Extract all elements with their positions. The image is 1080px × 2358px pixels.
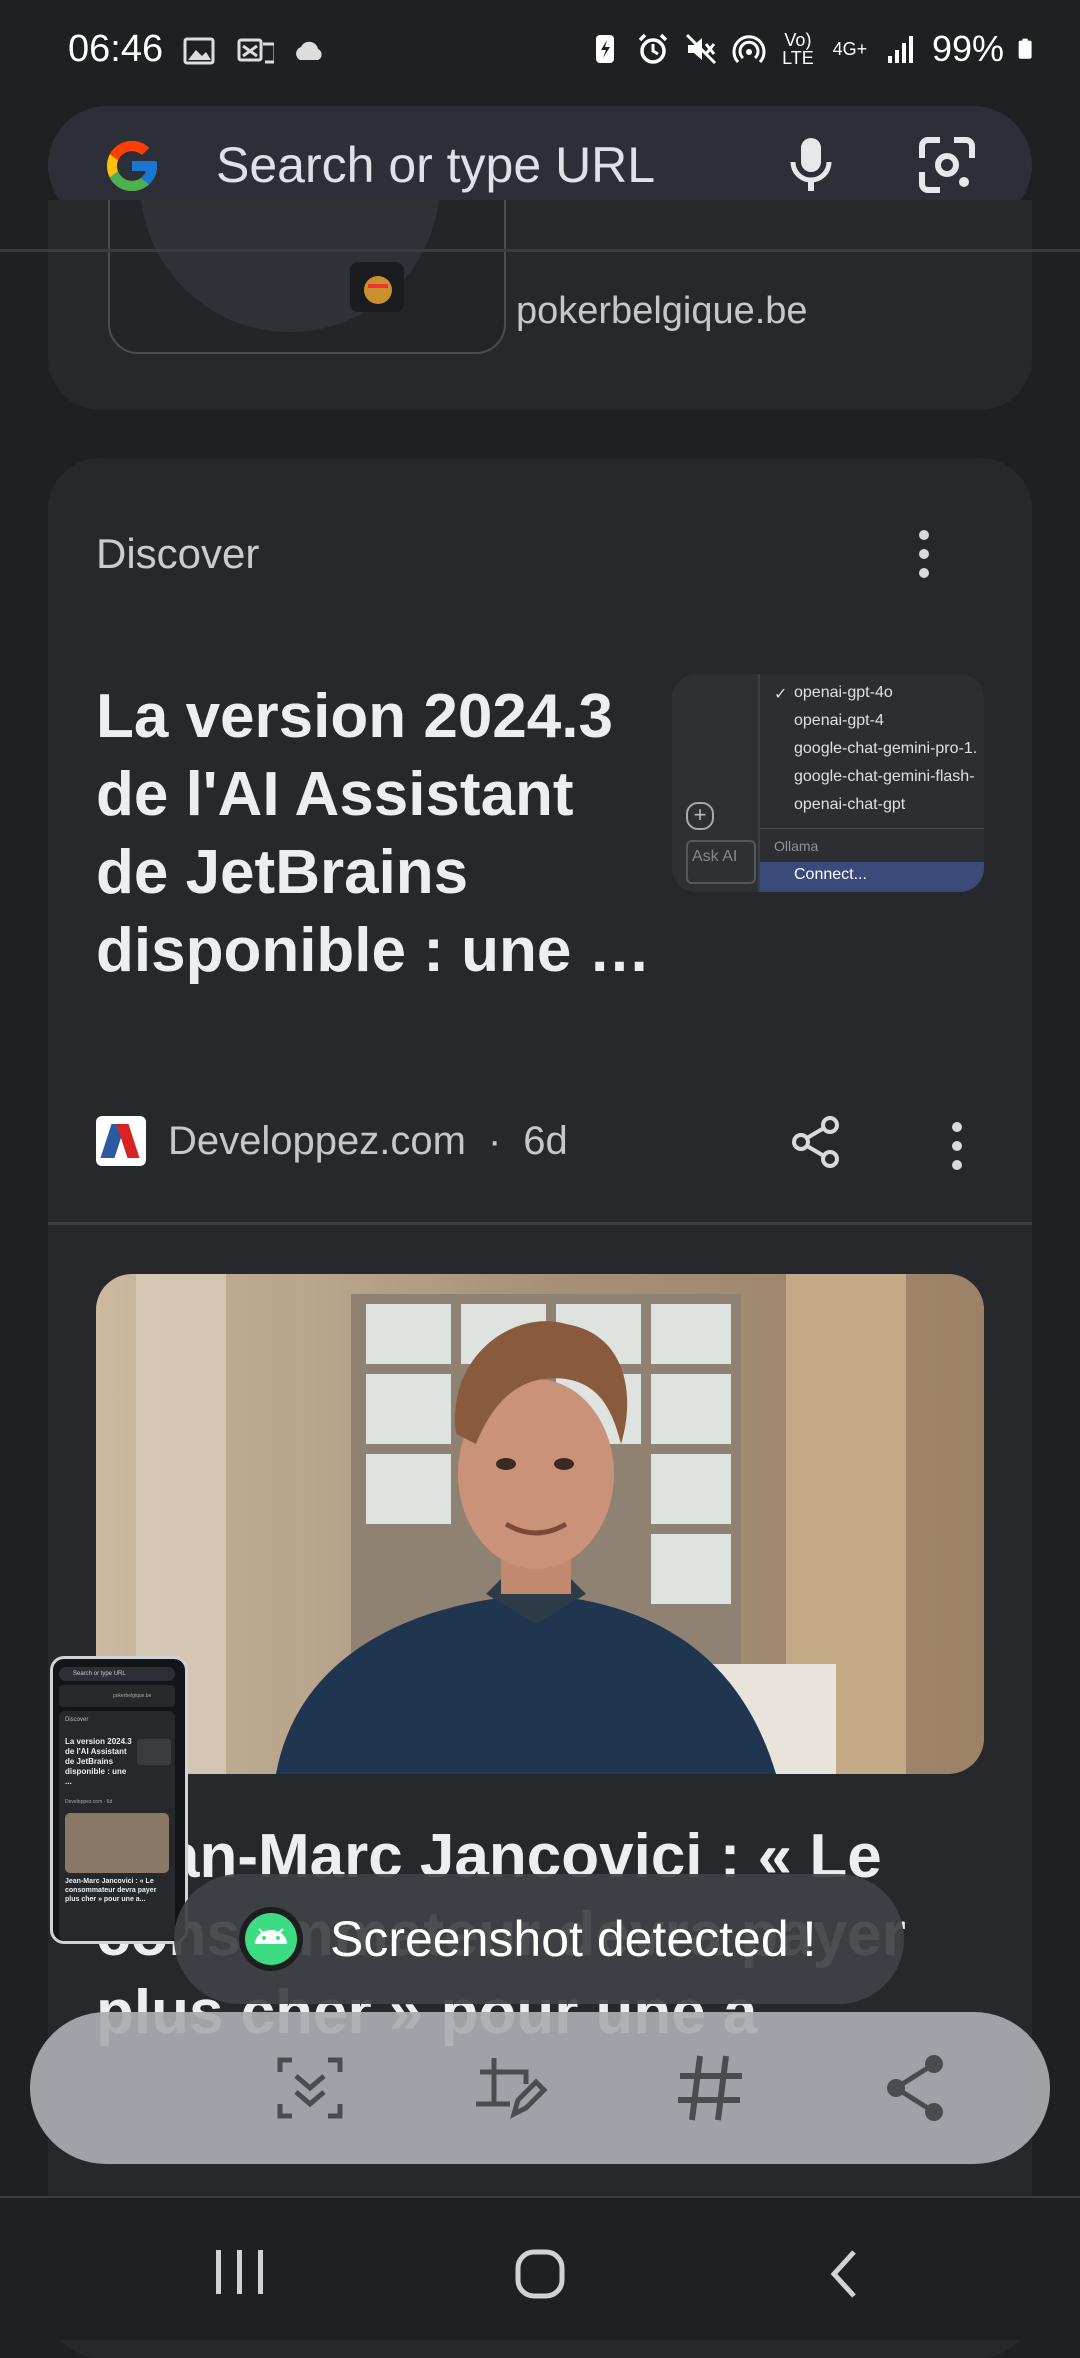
menu-item: openai-gpt-4 <box>794 712 884 729</box>
mini-search-bar: Search or type URL <box>59 1667 175 1681</box>
status-bar: 06:46 Vo) LTE 4G+ 99% <box>0 0 1080 100</box>
search-input[interactable]: Search or type URL <box>216 136 655 194</box>
mini-domain: pokerbelgique.be <box>113 1693 152 1699</box>
notification-icons <box>182 34 326 68</box>
mini-discover-title: Discover <box>65 1717 89 1723</box>
add-icon: + <box>686 802 714 830</box>
signal-icon <box>887 36 913 63</box>
toast-label: Screenshot detected ! <box>330 1911 817 1967</box>
meta-separator: · <box>487 1118 502 1163</box>
gallery-icon <box>183 37 215 65</box>
cast-icon <box>237 38 274 64</box>
alarm-icon <box>638 33 668 64</box>
header-divider <box>0 249 1080 252</box>
model-menu: ✓ openai-gpt-4o openai-gpt-4 google-chat… <box>760 674 984 892</box>
mini-thumb <box>137 1739 171 1765</box>
mini-headline: La version 2024.3 de l'AI Assistant de J… <box>65 1737 132 1786</box>
android-icon <box>239 1907 303 1971</box>
discover-more-icon[interactable] <box>919 530 929 578</box>
previous-card-domain: pokerbelgique.be <box>516 290 808 332</box>
share-icon[interactable] <box>788 1114 844 1170</box>
status-time: 06:46 <box>68 28 164 70</box>
article-divider <box>48 1222 1032 1225</box>
article-headline[interactable]: La version 2024.3 de l'AI Assistant de J… <box>96 678 656 990</box>
menu-item: google-chat-gemini-pro-1. <box>794 740 978 757</box>
menu-item: openai-chat-gpt <box>794 796 906 813</box>
menu-check-icon: ✓ <box>774 686 788 703</box>
cloud-icon <box>296 41 322 60</box>
home-icon[interactable] <box>510 2244 570 2304</box>
recent-apps-icon[interactable] <box>210 2244 270 2300</box>
mic-icon[interactable] <box>778 132 844 198</box>
screenshot-toast: Screenshot detected ! <box>174 1874 904 2004</box>
draw-edit-icon[interactable] <box>470 2048 550 2128</box>
volte-label: Vo) LTE <box>782 30 814 68</box>
mini-meta: Developpez.com · 6d <box>65 1799 113 1805</box>
battery-percent: 99% <box>931 28 1004 69</box>
article-more-icon[interactable] <box>952 1122 962 1170</box>
article-meta: Developpez.com · 6d <box>96 1116 568 1166</box>
article-thumbnail[interactable]: + Ask AI ✓ openai-gpt-4o openai-gpt-4 go… <box>672 674 984 892</box>
share-icon[interactable] <box>876 2048 956 2128</box>
poker-logo-graphic <box>141 200 439 332</box>
navigation-bar <box>0 2198 1080 2340</box>
google-lens-icon[interactable] <box>914 132 980 198</box>
menu-connect-label: Connect... <box>794 866 867 883</box>
system-icons: Vo) LTE 4G+ 99% <box>588 28 1040 70</box>
menu-section-label: Ollama <box>774 838 819 854</box>
screenshot-toolbar <box>30 2012 1050 2164</box>
article-source: Developpez.com <box>168 1118 466 1163</box>
menu-item: google-chat-gemini-flash- <box>794 768 975 785</box>
battery-icon <box>1018 38 1032 59</box>
network-gen-label: 4G+ <box>832 39 868 59</box>
google-g-icon <box>107 141 157 191</box>
article-image[interactable] <box>96 1274 984 1774</box>
previous-card-thumbnail <box>108 200 506 354</box>
scroll-capture-icon[interactable] <box>270 2048 350 2128</box>
menu-item: openai-gpt-4o <box>794 684 893 701</box>
hashtag-icon[interactable] <box>670 2048 750 2128</box>
battery-saver-icon <box>595 35 614 63</box>
hotspot-icon <box>732 35 766 64</box>
screenshot-preview-thumbnail[interactable]: Search or type URL pokerbelgique.be Disc… <box>50 1656 188 1944</box>
mini-image <box>65 1813 169 1873</box>
mini-headline-2: Jean-Marc Jancovici : « Le consommateur … <box>65 1878 157 1903</box>
article-age: 6d <box>523 1118 568 1163</box>
ask-ai-input: Ask AI <box>686 840 756 884</box>
portrait-photo <box>96 1274 984 1774</box>
discover-title: Discover <box>96 530 260 577</box>
previous-card[interactable]: pokerbelgique.be <box>48 200 1032 410</box>
back-icon[interactable] <box>820 2244 870 2304</box>
developpez-favicon <box>96 1116 146 1166</box>
mute-icon <box>685 33 716 65</box>
menu-divider <box>760 828 984 829</box>
